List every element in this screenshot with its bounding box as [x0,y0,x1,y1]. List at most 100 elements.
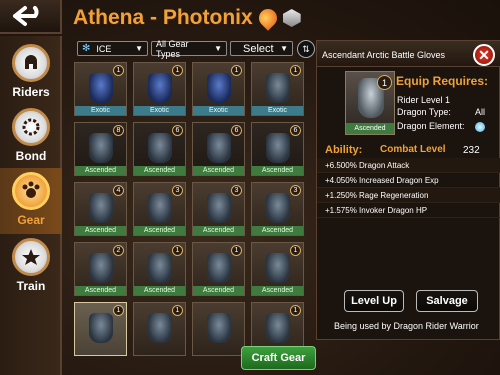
gear-tier-label: Ascended [252,226,303,235]
gear-type-dropdown[interactable]: All Gear Types ▼ [151,38,227,59]
gear-item-icon [266,193,290,223]
gear-tier-label: Ascended [134,226,185,235]
sidebar-item-train[interactable]: Train [0,234,62,298]
gear-level-badge: 4 [113,185,124,196]
gear-tier-label: Exotic [75,106,126,115]
gear-item-icon [266,313,290,343]
gear-item-icon [148,133,172,163]
dragon-type-value: All [475,107,486,117]
gear-slot[interactable]: 1 Ascended [251,242,304,296]
gear-type-value: All Gear Types [156,38,189,59]
gear-tier-label: Ascended [252,166,303,175]
gear-level-badge: 6 [231,125,242,136]
gear-level-badge: 3 [172,185,183,196]
gear-slot[interactable]: 1 Ascended [192,242,245,296]
ability-item: +4.050% Increased Dragon Exp [317,173,500,188]
gear-level-badge: 3 [231,185,242,196]
gear-level-badge: 1 [231,245,242,256]
gear-tier-label: Ascended [193,166,244,175]
gear-item-icon [207,253,231,283]
gear-slot[interactable]: 6 Ascended [133,122,186,176]
level-up-button[interactable]: Level Up [344,290,404,312]
gear-item-icon [266,253,290,283]
gear-slot[interactable]: 3 Ascended [192,182,245,236]
combat-level-value: 232 [463,145,480,156]
sidebar-item-gear[interactable]: Gear [0,168,62,234]
gear-tier-label: Ascended [193,226,244,235]
gear-tier-label: Ascended [193,286,244,295]
sort-arrows-icon: ⇅ [302,43,310,54]
sidebar-item-riders[interactable]: Riders [0,40,62,104]
ability-list: +6.500% Dragon Attack +4.050% Increased … [317,158,500,218]
gear-level-badge: 1 [290,65,301,76]
portrait-tier-label: Ascended [346,123,394,134]
sidebar-item-label: Gear [17,213,45,227]
gear-item-icon [148,73,172,103]
gear-level-badge: 1 [290,245,301,256]
chevron-down-icon: ▼ [214,44,222,53]
gear-slot[interactable]: 1 [74,302,127,356]
star-icon [12,238,50,276]
gear-level-badge: 1 [172,245,183,256]
gear-slot[interactable]: 3 Ascended [133,182,186,236]
sidebar-item-label: Bond [15,149,47,163]
ability-title: Ability: [325,144,363,156]
gear-slot[interactable]: 4 Ascended [74,182,127,236]
back-button[interactable] [0,0,62,34]
salvage-button[interactable]: Salvage [416,290,478,312]
gear-level-badge: 1 [113,65,124,76]
gear-item-icon [207,73,231,103]
gear-tier-label: Ascended [75,286,126,295]
gear-slot[interactable]: 1 Exotic [251,62,304,116]
sidebar-item-bond[interactable]: Bond [0,104,62,168]
gear-tier-label: Exotic [134,106,185,115]
gear-tier-label: Exotic [193,106,244,115]
element-filter-dropdown[interactable]: ✻ ICE ▼ [77,41,148,56]
gear-level-badge: 3 [290,185,301,196]
gear-slot[interactable]: 6 Ascended [192,122,245,176]
gear-slot[interactable]: 8 Ascended [74,122,127,176]
gear-level-badge: 1 [113,305,124,316]
gear-item-icon [89,193,113,223]
chevron-down-icon: ▼ [280,44,288,53]
sort-button[interactable]: ⇅ [297,40,315,58]
craft-gear-button[interactable]: Craft Gear [241,346,316,370]
gear-slot[interactable]: 1 Exotic [192,62,245,116]
gear-tier-label: Ascended [75,226,126,235]
ability-item: +1.250% Rage Regeneration [317,188,500,203]
gear-item-icon [266,133,290,163]
snowflake-icon: ✻ [82,43,91,54]
gear-level-badge: 1 [290,305,301,316]
gem-icon [282,9,301,27]
ability-item: +6.500% Dragon Attack [317,158,500,173]
gear-item-icon [89,253,113,283]
item-level-badge: 1 [377,75,392,90]
gear-slot[interactable]: 1 Ascended [133,242,186,296]
gear-level-badge: 1 [231,65,242,76]
gear-slot[interactable] [192,302,245,356]
gear-tier-label: Ascended [252,286,303,295]
gear-item-icon [266,73,290,103]
gear-slot[interactable]: 1 Exotic [74,62,127,116]
gear-slot[interactable]: 1 Exotic [133,62,186,116]
gear-item-icon [148,253,172,283]
select-value: Select [243,42,274,55]
element-filter-value: ICE [96,43,112,54]
gear-item-icon [89,73,113,103]
close-button[interactable]: ✕ [473,44,495,66]
back-arrow-icon [13,6,39,26]
gear-level-badge: 6 [290,125,301,136]
gear-slot[interactable]: 1 [133,302,186,356]
gear-tier-label: Exotic [252,106,303,115]
gear-item-icon [89,133,113,163]
select-dropdown[interactable]: Select ▼ [230,41,293,56]
gear-slot[interactable]: 3 Ascended [251,182,304,236]
sidebar-item-label: Train [16,279,46,293]
gear-slot[interactable]: 6 Ascended [251,122,304,176]
gear-level-badge: 1 [172,65,183,76]
gear-tier-label: Ascended [75,166,126,175]
sidebar-item-label: Riders [12,85,50,99]
close-icon: ✕ [478,46,490,63]
ability-item: +1.575% Invoker Dragon HP [317,203,500,218]
gear-slot[interactable]: 2 Ascended [74,242,127,296]
